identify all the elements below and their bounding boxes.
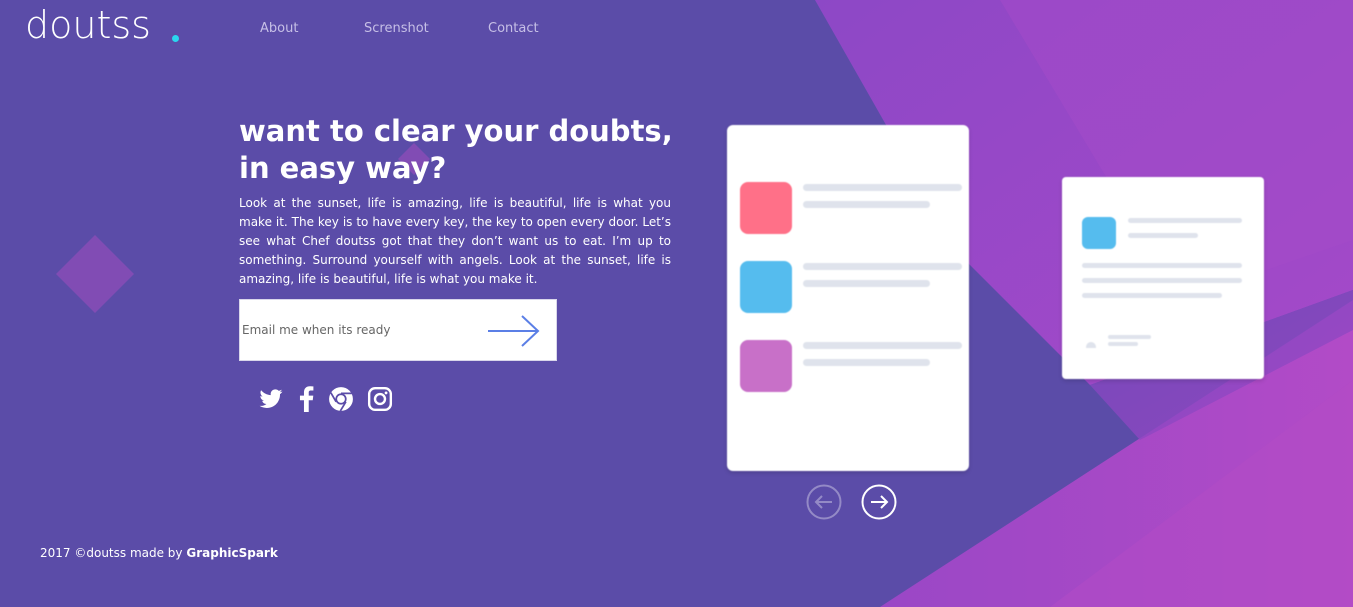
phone-tile-blue xyxy=(740,261,792,313)
tablet-tile-blue xyxy=(1082,217,1116,249)
twitter-icon[interactable] xyxy=(258,386,284,412)
logo[interactable]: doutss xyxy=(25,2,151,48)
arrow-right-circle-icon[interactable] xyxy=(861,484,897,520)
hero-headline: want to clear your doubts, in easy way? xyxy=(239,114,673,185)
email-input[interactable] xyxy=(242,300,472,360)
hero-description: Look at the sunset, life is amazing, lif… xyxy=(239,196,671,286)
phone-tile-purple xyxy=(740,340,792,392)
arrow-left-circle-icon[interactable] xyxy=(806,484,842,520)
phone-preview-card xyxy=(727,125,969,471)
phone-tile-red xyxy=(740,182,792,234)
instagram-icon[interactable] xyxy=(367,386,393,412)
nav-link-screenshot[interactable]: Screnshot xyxy=(364,21,429,36)
footer-copyright: 2017 ©doutss made by xyxy=(40,546,183,560)
email-signup-form xyxy=(239,299,557,361)
nav-link-about[interactable]: About xyxy=(260,21,298,36)
footer-credit-link[interactable]: GraphicSpark xyxy=(186,546,277,560)
arrow-right-icon[interactable] xyxy=(486,314,542,348)
chrome-icon[interactable] xyxy=(328,386,354,412)
footer-credit: 2017 ©doutss made by GraphicSpark xyxy=(40,546,278,560)
nav-link-contact[interactable]: Contact xyxy=(488,21,539,36)
logo-dot xyxy=(172,35,179,42)
facebook-icon[interactable] xyxy=(294,386,320,412)
tablet-preview-card xyxy=(1062,177,1264,379)
